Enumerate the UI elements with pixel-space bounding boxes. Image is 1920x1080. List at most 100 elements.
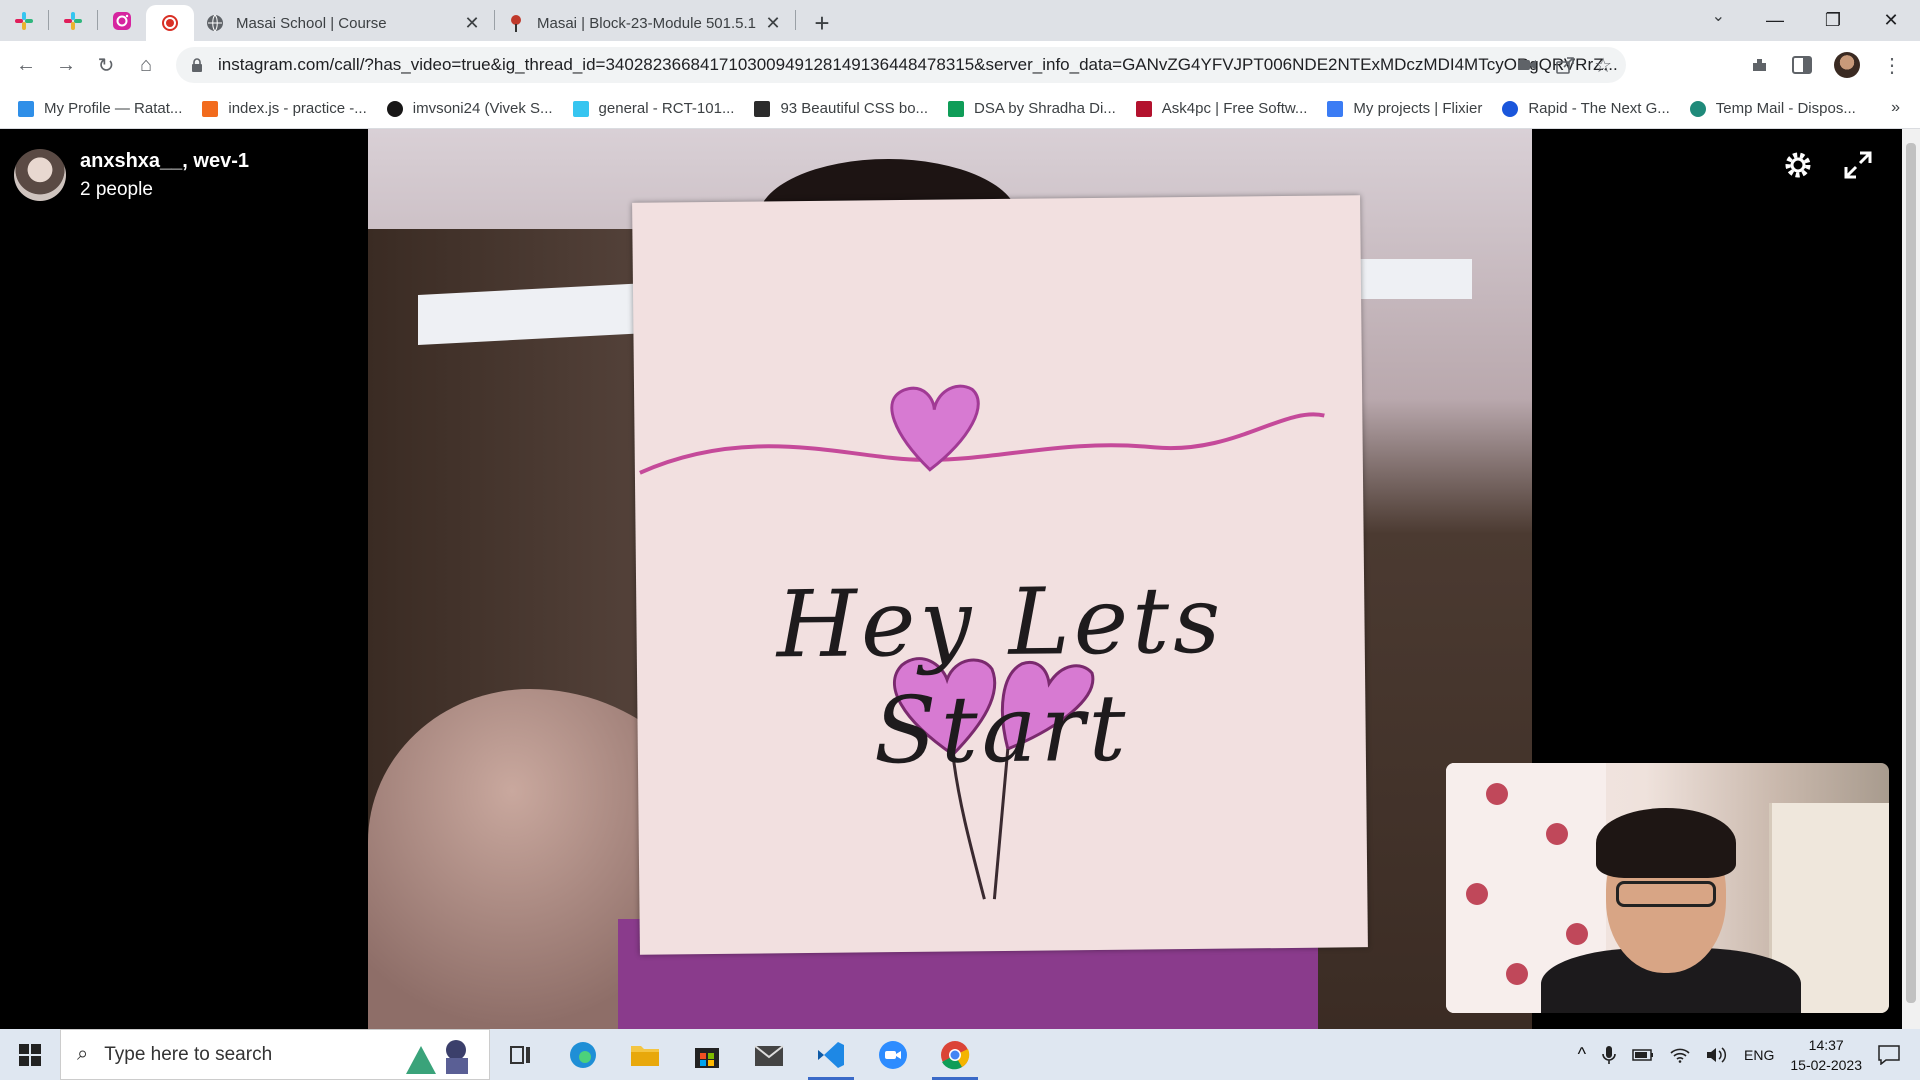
share-icon[interactable] [1556,56,1574,74]
taskbar-search[interactable]: ⌕ Type here to search [60,1029,490,1080]
restore-icon[interactable]: ❐ [1804,0,1862,41]
tab-masai-block[interactable]: Masai | Block-23-Module 501.5.1 ✕ [495,5,795,41]
bookmark-item[interactable]: Rapid - The Next G... [1502,100,1670,117]
pinned-tab-slack-1[interactable] [0,0,48,41]
slack-icon [64,11,82,30]
clock-time: 14:37 [1808,1036,1844,1053]
language-indicator[interactable]: ENG [1744,1047,1774,1063]
bookmark-label: 93 Beautiful CSS bo... [780,100,929,117]
bookmark-item[interactable]: My Profile — Ratat... [18,100,182,117]
bookmark-favicon-icon [202,100,219,117]
bookmark-label: index.js - practice -... [228,100,367,117]
bookmark-item[interactable]: general - RCT-101... [572,100,734,117]
close-tab-icon[interactable]: ✕ [462,13,482,34]
sheets-icon [948,100,965,117]
clock[interactable]: 14:37 15-02-2023 [1790,1035,1862,1075]
more-menu-icon[interactable]: ⋮ [1882,53,1902,78]
tab-search-chevron-icon[interactable]: ⌄ [1712,6,1725,26]
window-controls: — ❐ ✕ [1746,0,1920,41]
bookmark-label: Rapid - The Next G... [1528,100,1670,117]
pip-flower [1466,883,1488,905]
pip-flower [1546,823,1568,845]
bookmark-item[interactable]: Ask4pc | Free Softw... [1135,100,1307,117]
taskbar-file-explorer[interactable] [614,1029,676,1080]
show-hidden-icons-chevron-icon[interactable]: ^ [1578,1044,1586,1065]
bookmark-item[interactable]: 93 Beautiful CSS bo... [754,100,928,117]
instagram-icon [113,11,131,30]
store-icon [695,1047,719,1068]
call-title: anxshxa__, wev-1 [80,149,249,172]
bookmark-item[interactable]: index.js - practice -... [202,100,367,117]
taskbar-edge[interactable] [552,1029,614,1080]
tab-label: Masai | Block-23-Module 501.5.1 [537,14,757,32]
volume-icon[interactable] [1706,1046,1728,1064]
taskbar-store[interactable] [676,1029,738,1080]
home-icon[interactable]: ⌂ [126,45,166,85]
remote-video: Hey Lets Start [368,129,1532,1029]
page-scrollbar[interactable] [1902,129,1920,1029]
more-bookmarks-button[interactable]: » [1891,99,1900,117]
side-panel-icon[interactable] [1792,56,1812,74]
pip-flower [1506,963,1528,985]
url-text: instagram.com/call/?has_video=true&ig_th… [218,55,1618,74]
extensions-icon[interactable] [1750,55,1770,75]
bookmark-favicon-icon [18,100,34,117]
slack-icon [572,100,589,117]
reload-icon[interactable]: ↻ [86,45,126,85]
address-bar[interactable]: instagram.com/call/?has_video=true&ig_th… [176,47,1626,83]
call-header: anxshxa__, wev-1 2 people [14,149,249,201]
search-icon: ⌕ [77,1043,89,1065]
masai-icon [511,15,521,32]
chrome-icon [941,1040,970,1069]
start-button[interactable] [0,1029,60,1080]
taskbar-vscode[interactable] [800,1029,862,1080]
close-tab-icon[interactable]: ✕ [763,13,783,34]
note-handwriting: Hey Lets Start [776,566,1225,785]
taskbar-mail[interactable] [738,1029,800,1080]
bookmark-star-icon[interactable]: ☆ [1594,53,1612,78]
pinned-tab-instagram[interactable] [98,0,146,41]
windows-taskbar: ⌕ Type here to search ^ ENG 14:37 15-02-… [0,1029,1920,1080]
windows-logo-icon [19,1043,41,1066]
tab-masai-course[interactable]: Masai School | Course ✕ [194,5,494,41]
close-window-icon[interactable]: ✕ [1862,0,1920,41]
bookmark-item[interactable]: imvsoni24 (Vivek S... [386,100,553,117]
group-avatar [14,149,66,201]
microphone-icon[interactable] [1602,1045,1616,1065]
search-highlight-illustration [406,1040,468,1074]
bookmark-favicon-icon [1502,100,1519,117]
bookmark-favicon-icon [1689,100,1706,117]
slack-icon [15,11,33,30]
fullscreen-icon[interactable] [1842,149,1874,181]
bookmark-label: DSA by Shradha Di... [974,100,1116,117]
pinned-tab-slack-2[interactable] [49,0,97,41]
edge-icon [570,1041,596,1068]
taskbar-chrome[interactable] [924,1029,986,1080]
wifi-icon[interactable] [1670,1047,1690,1063]
tab-strip: Masai School | Course ✕ Masai | Block-23… [0,0,1920,41]
battery-icon[interactable] [1632,1048,1654,1061]
recording-icon [162,15,178,31]
new-tab-button[interactable]: + [804,5,840,41]
lock-icon [192,58,202,72]
task-view-icon [510,1045,530,1064]
browser-toolbar: ← → ↻ ⌂ instagram.com/call/?has_video=tr… [0,41,1920,89]
pinned-tab-recording[interactable] [146,5,194,41]
toolbar-right: ⋮ [1750,41,1920,89]
bookmark-label: My projects | Flixier [1353,100,1483,117]
taskbar-zoom[interactable] [862,1029,924,1080]
back-icon[interactable]: ← [6,45,46,85]
scrollbar-thumb[interactable] [1906,143,1916,1003]
notifications-icon[interactable] [1878,1044,1900,1065]
bookmark-item[interactable]: DSA by Shradha Di... [948,100,1116,117]
forward-icon[interactable]: → [46,45,86,85]
minimize-icon[interactable]: — [1746,0,1804,41]
bookmark-item[interactable]: Temp Mail - Dispos... [1689,100,1856,117]
call-participants: 2 people [80,178,153,200]
settings-gear-icon[interactable] [1782,149,1814,181]
profile-avatar[interactable] [1834,52,1860,78]
camera-icon[interactable] [1518,58,1537,72]
task-view-button[interactable] [490,1029,552,1080]
bookmark-item[interactable]: My projects | Flixier [1327,100,1482,117]
self-video-preview[interactable] [1446,763,1889,1013]
